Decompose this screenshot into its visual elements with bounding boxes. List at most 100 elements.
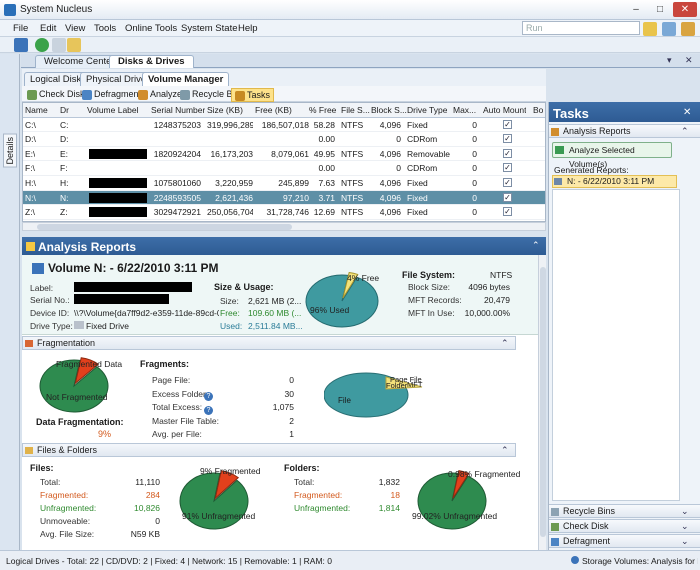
column-header[interactable]: Drive Type bbox=[407, 105, 447, 115]
table-row[interactable]: Z:\ Z: 3029472921 250,056,704 31,728,746 12.6… bbox=[23, 205, 545, 220]
column-header[interactable]: Auto Mount bbox=[483, 105, 526, 115]
menu-help[interactable]: Help bbox=[238, 23, 258, 34]
open-icon[interactable] bbox=[67, 38, 81, 52]
column-header[interactable]: Free (KB) bbox=[255, 105, 292, 115]
column-header[interactable]: Name bbox=[25, 105, 48, 115]
column-header[interactable]: Volume Label bbox=[87, 105, 139, 115]
tab-disks-drives[interactable]: Disks & Drives bbox=[109, 55, 194, 68]
settings-icon[interactable] bbox=[681, 22, 695, 36]
used-caption: Used: bbox=[220, 321, 243, 331]
tab-volume-manager[interactable]: Volume Manager bbox=[142, 72, 230, 86]
defragment-button[interactable]: Defragment bbox=[82, 88, 141, 100]
table-cell: F: bbox=[60, 163, 68, 174]
table-cell: E: bbox=[60, 148, 69, 159]
maximize-button[interactable]: □ bbox=[648, 2, 672, 17]
tab-list-icon[interactable]: ▾ bbox=[667, 55, 672, 66]
close-button[interactable]: ✕ bbox=[673, 2, 697, 17]
auto-mount-checkbox[interactable]: ✓ bbox=[503, 134, 512, 144]
column-header[interactable]: Block S... bbox=[371, 105, 407, 115]
report-item-icon bbox=[554, 178, 562, 185]
collapse-icon[interactable]: ⌃ bbox=[532, 240, 540, 251]
recycle-bins-icon bbox=[551, 508, 559, 516]
refresh-icon[interactable] bbox=[35, 38, 49, 52]
row-value: 30 bbox=[284, 388, 294, 399]
horizontal-scrollbar[interactable] bbox=[22, 222, 546, 231]
check-disk-expand-icon[interactable]: ⌄ bbox=[681, 521, 689, 532]
table-cell: 4,096 bbox=[379, 192, 401, 203]
folder-icon[interactable] bbox=[643, 22, 657, 36]
minimize-button[interactable]: – bbox=[624, 2, 648, 17]
column-header[interactable]: % Free bbox=[309, 105, 336, 115]
redacted-serial bbox=[74, 294, 169, 304]
files-pie-ok-label: 91% Unfragmented bbox=[182, 511, 256, 521]
table-row[interactable]: E:\ E: 1820924204 16,173,203 8,079,061 49.95 N… bbox=[23, 147, 545, 162]
auto-mount-checkbox[interactable]: ✓ bbox=[503, 163, 512, 173]
row-label: Fragmented: bbox=[40, 490, 89, 500]
table-row[interactable]: H:\ H: 1075801060 3,220,959 245,899 7.63 NTFS 4… bbox=[23, 176, 545, 191]
column-header[interactable]: Serial Number bbox=[151, 105, 205, 115]
table-row[interactable]: C:\ C: 1248375203 319,996,289 186,507,018 58.… bbox=[23, 118, 545, 133]
grid-header-row: Name Dr Volume Label Serial Number Size (KB)… bbox=[23, 103, 545, 118]
tasks-icon bbox=[235, 90, 245, 101]
tasks-close-icon[interactable]: ✕ bbox=[683, 107, 691, 118]
analyze-button[interactable]: Analyze bbox=[138, 88, 182, 100]
fragments-title: Fragments: bbox=[140, 359, 190, 369]
table-row[interactable]: N:\ N: 2248593505 2,621,436 97,210 3.71 NTFS 4,… bbox=[23, 190, 545, 206]
table-cell: 250,056,704 bbox=[207, 207, 253, 218]
menu-online-tools[interactable]: Online Tools bbox=[125, 23, 177, 34]
files-folders-collapse-icon[interactable]: ⌃ bbox=[501, 445, 509, 456]
table-cell: E:\ bbox=[25, 148, 36, 159]
check-disk-button[interactable]: Check Disk bbox=[27, 88, 85, 100]
usage-used-label: 96% Used bbox=[310, 305, 350, 315]
column-header[interactable]: File S... bbox=[341, 105, 370, 115]
menu-system-state[interactable]: System State bbox=[181, 23, 238, 34]
tab-close-icon[interactable]: ✕ bbox=[685, 55, 693, 66]
tasks-analysis-section[interactable]: Analysis Reports ⌃ bbox=[549, 124, 700, 138]
analysis-section-collapse-icon[interactable]: ⌃ bbox=[681, 126, 689, 137]
files-folders-icon bbox=[25, 447, 33, 454]
tasks-recycle-bins-section[interactable]: Recycle Bins ⌄ bbox=[549, 504, 700, 518]
recycle-bins-expand-icon[interactable]: ⌄ bbox=[681, 506, 689, 517]
menu-tools[interactable]: Tools bbox=[94, 23, 116, 34]
report-vertical-scrollbar[interactable] bbox=[538, 255, 546, 550]
row-label: Block Size: bbox=[408, 282, 451, 292]
analyze-selected-volumes-button[interactable]: Analyze Selected Volume(s) bbox=[552, 142, 672, 169]
column-header[interactable]: Dr bbox=[60, 105, 69, 115]
table-row[interactable]: F:\ F: 0.00 0 CDRom 0 ✓ bbox=[23, 161, 545, 176]
auto-mount-checkbox[interactable]: ✓ bbox=[503, 148, 512, 158]
table-cell: 4,096 bbox=[379, 119, 401, 130]
generated-report-item[interactable]: N: - 6/22/2010 3:11 PM bbox=[552, 175, 677, 188]
drive-type-value: Fixed Drive bbox=[86, 321, 129, 331]
table-cell: Fixed bbox=[407, 207, 428, 218]
help-icon[interactable]: ? bbox=[204, 392, 213, 401]
tasks-check-disk-section[interactable]: Check Disk ⌄ bbox=[549, 519, 700, 533]
run-input[interactable]: Run bbox=[522, 21, 640, 35]
scrollbar-thumb[interactable] bbox=[37, 224, 292, 230]
help-icon[interactable]: ? bbox=[204, 406, 213, 415]
redacted-volume-label bbox=[89, 192, 147, 203]
column-header[interactable]: Max... bbox=[453, 105, 476, 115]
table-cell: 97,210 bbox=[283, 192, 309, 203]
volume-title: Volume N: - 6/22/2010 3:11 PM bbox=[48, 261, 219, 275]
menu-view[interactable]: View bbox=[65, 23, 85, 34]
auto-mount-checkbox[interactable]: ✓ bbox=[503, 178, 512, 187]
auto-mount-checkbox[interactable]: ✓ bbox=[503, 119, 512, 129]
tasks-defragment-section[interactable]: Defragment ⌄ bbox=[549, 534, 700, 548]
tasks-button[interactable]: Tasks bbox=[231, 88, 275, 102]
table-row[interactable]: D:\ D: 0.00 0 CDRom 0 ✓ bbox=[23, 132, 545, 147]
column-header[interactable]: Bo bbox=[533, 105, 543, 115]
auto-mount-checkbox[interactable]: ✓ bbox=[503, 192, 512, 202]
details-tab[interactable]: Details bbox=[3, 134, 17, 168]
user-icon[interactable] bbox=[662, 22, 676, 36]
generated-reports-list[interactable] bbox=[552, 189, 680, 501]
save-icon[interactable] bbox=[14, 38, 28, 52]
table-cell: NTFS bbox=[341, 119, 364, 130]
report-scroll-thumb[interactable] bbox=[540, 267, 546, 537]
fragmentation-collapse-icon[interactable]: ⌃ bbox=[501, 338, 509, 349]
menu-file[interactable]: File bbox=[13, 23, 28, 34]
menu-edit[interactable]: Edit bbox=[40, 23, 56, 34]
column-header[interactable]: Size (KB) bbox=[207, 105, 243, 115]
auto-mount-checkbox[interactable]: ✓ bbox=[503, 207, 512, 217]
defragment-expand-icon[interactable]: ⌄ bbox=[681, 536, 689, 547]
back-icon[interactable] bbox=[52, 38, 66, 52]
